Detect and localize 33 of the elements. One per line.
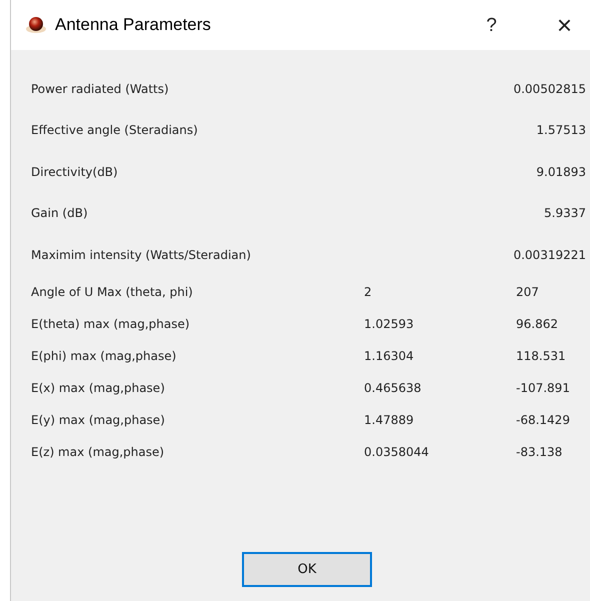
parameter-value: 0.00502815 xyxy=(513,80,586,98)
close-button[interactable]: × xyxy=(556,12,572,38)
parameter-value: 1.02593 xyxy=(364,316,415,332)
parameter-value: 0.465638 xyxy=(364,380,422,396)
parameter-label: Power radiated (Watts) xyxy=(31,80,170,98)
parameter-label: Gain (dB) xyxy=(31,205,89,222)
parameter-value: 5.9337 xyxy=(544,205,586,222)
parameter-label: E(x) max (mag,phase) xyxy=(31,380,166,396)
parameter-label: E(theta) max (mag,phase) xyxy=(31,316,191,332)
window-title: Antenna Parameters xyxy=(55,14,211,36)
parameter-value: 0.0358044 xyxy=(364,444,430,460)
parameter-value: 1.47889 xyxy=(364,412,415,428)
parameter-label: Directivity(dB) xyxy=(31,164,119,181)
parameter-value: 2 xyxy=(364,284,373,300)
parameter-value: 1.16304 xyxy=(364,348,415,364)
parameter-value: 9.01893 xyxy=(536,164,586,181)
parameter-value: -83.138 xyxy=(516,444,562,460)
parameter-value: 207 xyxy=(516,284,539,300)
parameter-value: 1.57513 xyxy=(536,122,586,140)
parameter-label: E(phi) max (mag,phase) xyxy=(31,348,178,364)
app-icon xyxy=(25,14,47,36)
parameter-label: Effective angle (Steradians) xyxy=(31,122,199,140)
parameter-label: Angle of U Max (theta, phi) xyxy=(31,284,194,300)
parameter-label: Maximim intensity (Watts/Steradian) xyxy=(31,246,252,264)
parameter-value: 118.531 xyxy=(516,348,566,364)
parameter-value: 96.862 xyxy=(516,316,558,332)
parameter-value: -107.891 xyxy=(516,380,570,396)
parameter-value: -68.1429 xyxy=(516,412,570,428)
ok-button[interactable]: OK xyxy=(242,552,372,587)
parameter-label: E(y) max (mag,phase) xyxy=(31,412,166,428)
help-button[interactable]: ? xyxy=(486,16,497,34)
parameter-value: 0.00319221 xyxy=(513,246,586,264)
parameter-label: E(z) max (mag,phase) xyxy=(31,444,166,460)
